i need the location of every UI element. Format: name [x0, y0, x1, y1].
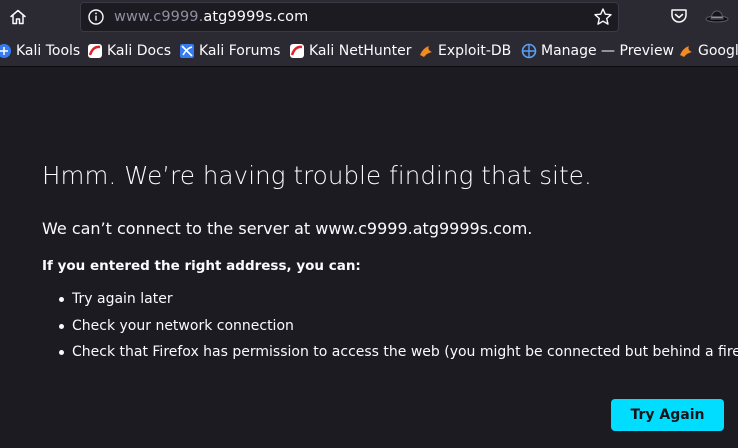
bookmark-kali-tools[interactable]: Kali Tools	[0, 41, 80, 61]
google-hacking-icon	[680, 46, 692, 57]
url-host: atg9999s.com	[203, 9, 309, 25]
suggestion-item: Check that Firefox has permission to acc…	[58, 344, 738, 371]
star-icon[interactable]	[592, 6, 614, 28]
extension-icon[interactable]	[704, 5, 730, 27]
url-text[interactable]: www.c9999.atg9999s.com	[114, 9, 308, 25]
suggestion-item: Try again later	[58, 291, 738, 318]
bookmark-exploit-db[interactable]: Exploit-DB	[418, 41, 511, 61]
kali-tools-icon	[0, 44, 11, 58]
url-prefix: www.c9999.	[114, 9, 204, 25]
info-icon[interactable]	[87, 8, 105, 26]
address-bar[interactable]: www.c9999.atg9999s.com	[80, 2, 619, 32]
navigation-toolbar: www.c9999.atg9999s.com	[0, 0, 738, 36]
bookmark-label: Exploit-DB	[438, 43, 512, 59]
try-again-button[interactable]: Try Again	[611, 399, 724, 431]
kali-forums-icon	[180, 44, 194, 58]
bookmark-kali-forums[interactable]: Kali Forums	[179, 41, 280, 61]
home-button[interactable]	[4, 4, 32, 30]
exploit-db-icon	[420, 46, 432, 57]
bookmark-manage-preview[interactable]: Manage — Preview	[521, 41, 674, 61]
suggestion-list: Try again later Check your network conne…	[58, 291, 738, 371]
error-page: Hmm. We’re having trouble finding that s…	[0, 67, 738, 448]
bookmark-label: Google	[698, 43, 738, 59]
bookmark-label: Kali Docs	[107, 43, 172, 59]
bookmark-label: Kali Forums	[199, 43, 281, 59]
error-title: Hmm. We’re having trouble finding that s…	[42, 161, 592, 190]
pocket-icon[interactable]	[668, 5, 690, 27]
suggestion-item: Check your network connection	[58, 318, 738, 345]
error-description: We can’t connect to the server at www.c9…	[42, 219, 533, 238]
bookmark-label: Manage — Preview	[541, 43, 675, 59]
bookmark-kali-nethunter[interactable]: Kali NetHunter	[289, 41, 411, 61]
bookmark-label: Kali NetHunter	[309, 43, 412, 59]
home-icon	[10, 9, 26, 25]
bookmarks-toolbar: Kali Tools Kali Docs Kali Forums Kali Ne…	[0, 36, 738, 67]
bookmark-google-hacking[interactable]: Google	[678, 41, 738, 61]
kali-nethunter-icon	[290, 44, 304, 58]
bookmark-kali-docs[interactable]: Kali Docs	[87, 41, 171, 61]
error-hint: If you entered the right address, you ca…	[42, 258, 361, 274]
kali-docs-icon	[88, 44, 102, 58]
bookmark-label: Kali Tools	[16, 43, 81, 59]
manage-icon	[521, 43, 537, 59]
